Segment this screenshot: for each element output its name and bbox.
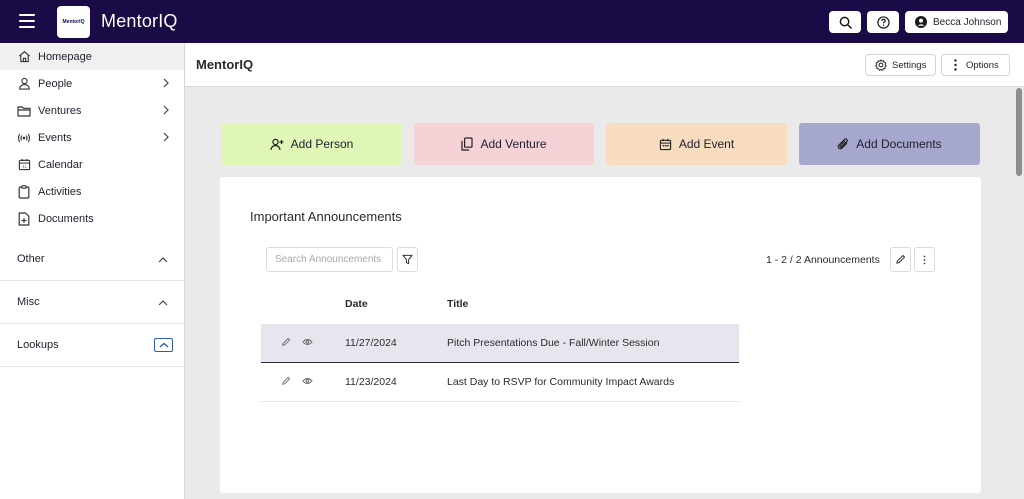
sidebar-item-homepage[interactable]: Homepage xyxy=(0,43,184,70)
chevron-up-icon xyxy=(158,297,168,309)
collapse-toggle-icon[interactable] xyxy=(154,338,173,352)
column-header-date[interactable]: Date xyxy=(345,298,368,310)
options-label: Options xyxy=(966,59,999,71)
add-event-label: Add Event xyxy=(678,137,735,151)
announcements-search-input[interactable] xyxy=(266,247,393,272)
sidebar-section-label: Other xyxy=(17,253,45,265)
settings-button[interactable]: Settings xyxy=(865,54,937,76)
sidebar-item-documents[interactable]: Documents xyxy=(0,205,184,232)
filter-button[interactable] xyxy=(397,247,418,272)
sidebar-item-label: Events xyxy=(38,131,72,144)
sidebar-item-label: Documents xyxy=(38,212,94,225)
settings-label: Settings xyxy=(892,59,927,71)
page-header: MentorIQ Settings Options xyxy=(185,43,1024,87)
user-avatar-icon xyxy=(915,16,927,28)
user-name: Becca Johnson xyxy=(933,16,1002,28)
edit-row-icon[interactable] xyxy=(281,337,291,350)
chevron-right-icon xyxy=(162,132,170,145)
add-venture-label: Add Venture xyxy=(480,137,547,151)
chevron-right-icon xyxy=(162,78,170,91)
options-button[interactable]: Options xyxy=(941,54,1010,76)
add-documents-button[interactable]: Add Documents xyxy=(799,123,980,165)
sidebar-item-label: Homepage xyxy=(38,50,92,63)
svg-text:31: 31 xyxy=(22,165,27,169)
row-date: 11/23/2024 xyxy=(345,376,397,388)
view-row-icon[interactable] xyxy=(302,337,313,350)
home-icon xyxy=(17,50,31,64)
app-logo[interactable]: MentorIQ xyxy=(57,6,90,38)
top-navigation-bar: MentorIQ MentorIQ Becca Johnson xyxy=(0,0,1024,43)
gear-icon xyxy=(875,59,887,71)
column-header-title[interactable]: Title xyxy=(447,298,468,310)
sidebar-item-calendar[interactable]: 31 Calendar xyxy=(0,151,184,178)
sidebar: Homepage People Ventures Events 31 Calen… xyxy=(0,43,185,499)
pencil-icon xyxy=(896,254,906,264)
sidebar-item-label: People xyxy=(38,77,73,90)
announcements-count: 1 - 2 / 2 Announcements xyxy=(766,254,880,266)
sidebar-item-ventures[interactable]: Ventures xyxy=(0,97,184,124)
user-menu-button[interactable]: Becca Johnson xyxy=(905,11,1008,33)
add-documents-label: Add Documents xyxy=(856,137,942,151)
edit-row-icon[interactable] xyxy=(281,376,291,389)
help-icon xyxy=(876,15,890,29)
sidebar-item-label: Activities xyxy=(38,185,82,198)
edit-announcements-button[interactable] xyxy=(890,247,911,272)
row-title: Last Day to RSVP for Community Impact Aw… xyxy=(447,376,675,388)
add-venture-button[interactable]: Add Venture xyxy=(414,123,594,165)
table-row[interactable]: 11/27/2024 Pitch Presentations Due - Fal… xyxy=(261,324,739,363)
sidebar-item-activities[interactable]: Activities xyxy=(0,178,184,205)
sidebar-section-misc[interactable]: Misc xyxy=(0,281,184,324)
sidebar-item-label: Calendar xyxy=(38,158,83,171)
calendar-icon: 31 xyxy=(17,158,31,172)
view-row-icon[interactable] xyxy=(302,376,313,389)
broadcast-icon xyxy=(17,131,31,145)
add-person-icon xyxy=(270,138,284,150)
folder-icon xyxy=(17,104,31,118)
add-person-button[interactable]: Add Person xyxy=(221,123,402,165)
announcements-card: Important Announcements 1 - 2 / 2 Announ… xyxy=(220,177,981,493)
calendar-icon xyxy=(659,138,671,150)
document-add-icon xyxy=(17,211,31,226)
page-scrollbar[interactable] xyxy=(1016,88,1022,176)
more-vertical-icon xyxy=(954,59,957,71)
chevron-right-icon xyxy=(162,105,170,118)
sidebar-section-lookups[interactable]: Lookups xyxy=(0,324,184,367)
person-icon xyxy=(17,77,31,91)
announcements-title: Important Announcements xyxy=(250,209,402,224)
sidebar-item-events[interactable]: Events xyxy=(0,124,184,151)
clipboard-icon xyxy=(17,184,31,199)
app-name: MentorIQ xyxy=(101,11,178,31)
copy-icon xyxy=(461,137,474,151)
row-title: Pitch Presentations Due - Fall/Winter Se… xyxy=(447,337,660,349)
search-button[interactable] xyxy=(829,11,861,33)
add-person-label: Add Person xyxy=(290,137,354,151)
sidebar-section-label: Lookups xyxy=(17,339,59,351)
chevron-up-icon xyxy=(158,254,168,266)
sidebar-section-other[interactable]: Other xyxy=(0,238,184,281)
row-date: 11/27/2024 xyxy=(345,337,397,349)
sidebar-item-people[interactable]: People xyxy=(0,70,184,97)
more-options-button[interactable] xyxy=(914,247,935,272)
add-event-button[interactable]: Add Event xyxy=(606,123,787,165)
paperclip-icon xyxy=(837,138,849,150)
hamburger-menu-icon[interactable] xyxy=(19,14,35,28)
filter-icon xyxy=(402,254,413,265)
more-vertical-icon xyxy=(923,255,926,264)
app-logo-text: MentorIQ xyxy=(62,19,85,25)
help-button[interactable] xyxy=(867,11,899,33)
search-icon xyxy=(839,16,852,29)
table-row[interactable]: 11/23/2024 Last Day to RSVP for Communit… xyxy=(261,363,739,402)
sidebar-item-label: Ventures xyxy=(38,104,82,117)
sidebar-section-label: Misc xyxy=(17,296,40,308)
page-title: MentorIQ xyxy=(196,57,254,72)
